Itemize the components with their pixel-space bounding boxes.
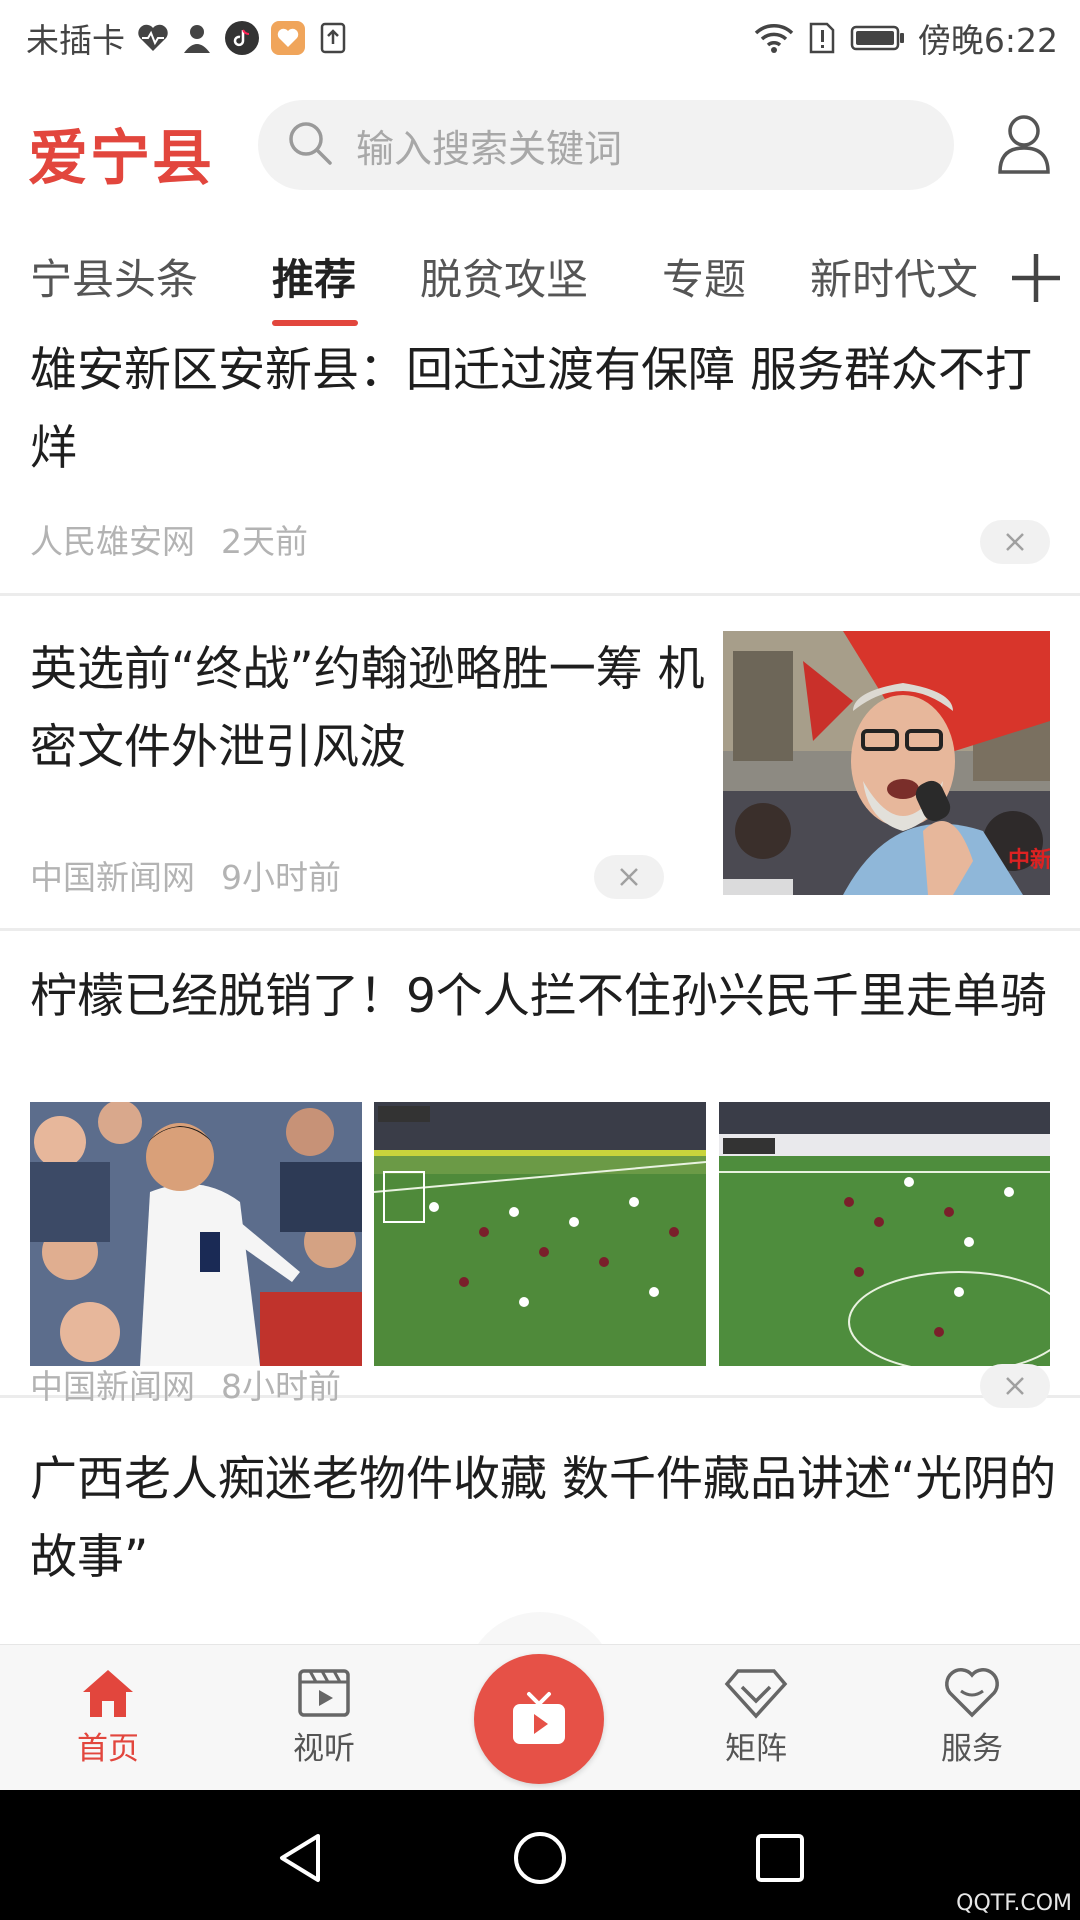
tv-icon: [513, 1692, 565, 1744]
article-title[interactable]: 广西老人痴迷老物件收藏 数千件藏品讲述“光阴的故事”: [30, 1441, 1060, 1597]
article-meta: 中国新闻网 9小时前: [30, 851, 341, 899]
home-circle-icon[interactable]: [512, 1830, 568, 1886]
user-profile-icon[interactable]: [996, 114, 1052, 174]
nav-live-tv-button[interactable]: [474, 1654, 604, 1784]
home-icon: [83, 1670, 133, 1717]
dismiss-button[interactable]: [594, 855, 664, 899]
watermark-text: QQTF.COM: [956, 1891, 1072, 1916]
article-image-2[interactable]: [374, 1102, 706, 1366]
tiktok-icon: [225, 21, 259, 55]
nav-video[interactable]: 视听: [264, 1667, 384, 1768]
nav-service-label: 服务: [941, 1731, 1003, 1767]
nav-home-label: 首页: [77, 1731, 139, 1767]
add-tab-icon[interactable]: [1010, 252, 1062, 304]
article-title[interactable]: 英选前“终战”约翰逊略胜一筹 机密文件外泄引风波: [30, 631, 710, 787]
tab-new-era[interactable]: 新时代文: [810, 246, 978, 307]
video-icon: [298, 1669, 350, 1717]
article-image-1[interactable]: [30, 1102, 362, 1366]
clock-label: 傍晚6:22: [917, 21, 1058, 60]
back-icon[interactable]: [272, 1830, 328, 1886]
battery-icon: [850, 22, 906, 54]
sim-alert-icon: [806, 22, 838, 54]
upload-icon: [317, 22, 349, 54]
category-tabs: 宁县头条 推荐 脱贫攻坚 专题 新时代文: [0, 232, 1080, 332]
close-icon: [620, 868, 638, 886]
article-image-3[interactable]: [719, 1102, 1050, 1366]
heart-rate-icon: [137, 22, 169, 54]
article-thumbnail[interactable]: 中新: [723, 631, 1050, 895]
active-tab-indicator: [272, 320, 358, 326]
news-feed: 雄安新区安新县：回迁过渡有保障 服务群众不打烊 人民雄安网 2天前 英选前“终战”…: [0, 332, 1080, 1644]
app-header: 爱宁县 输入搜索关键词: [0, 96, 1080, 196]
article-title[interactable]: 雄安新区安新县：回迁过渡有保障 服务群众不打烊: [30, 332, 1060, 488]
carrier-label: 未插卡: [26, 21, 125, 60]
tab-recommend[interactable]: 推荐: [272, 246, 356, 307]
news-item[interactable]: 英选前“终战”约翰逊略胜一筹 机密文件外泄引风波 中国新闻网 9小时前 中新: [0, 599, 1080, 931]
diamond-icon: [724, 1669, 788, 1719]
system-navigation-bar: QQTF.COM: [0, 1790, 1080, 1920]
app-icon: [271, 21, 305, 55]
search-bar[interactable]: 输入搜索关键词: [258, 100, 954, 190]
recents-square-icon[interactable]: [752, 1830, 808, 1886]
nav-home[interactable]: 首页: [48, 1667, 168, 1768]
nav-video-label: 视听: [293, 1731, 355, 1767]
dismiss-button[interactable]: [980, 520, 1050, 564]
nav-matrix-label: 矩阵: [725, 1731, 787, 1767]
close-icon: [1006, 1377, 1024, 1395]
article-time: 9小时前: [221, 858, 341, 897]
news-item[interactable]: 柠檬已经脱销了！9个人拦不住孙兴民千里走单骑 中国新闻网 8小时前: [0, 934, 1080, 1408]
status-bar: 未插卡 傍晚6:22: [0, 0, 1080, 76]
article-source: 人民雄安网: [30, 522, 195, 561]
tab-special-topics[interactable]: 专题: [662, 246, 746, 307]
wifi-icon: [754, 22, 794, 54]
search-icon: [286, 119, 334, 171]
person-icon: [181, 22, 213, 54]
heart-icon: [945, 1668, 999, 1718]
nav-service[interactable]: 服务: [912, 1667, 1032, 1768]
status-bar-left: 未插卡: [26, 14, 349, 62]
tab-headlines[interactable]: 宁县头条: [30, 246, 198, 307]
status-bar-right: 傍晚6:22: [754, 14, 1058, 62]
app-logo: 爱宁县: [28, 124, 214, 194]
image-watermark: 中新: [1008, 847, 1050, 873]
search-input[interactable]: 输入搜索关键词: [356, 118, 622, 173]
tab-poverty-alleviation[interactable]: 脱贫攻坚: [420, 246, 588, 307]
news-item[interactable]: 广西老人痴迷老物件收藏 数千件藏品讲述“光阴的故事”: [0, 1401, 1080, 1644]
article-source: 中国新闻网: [30, 858, 195, 897]
article-title[interactable]: 柠檬已经脱销了！9个人拦不住孙兴民千里走单骑: [30, 958, 1060, 1036]
article-meta: 人民雄安网 2天前: [30, 515, 308, 563]
nav-matrix[interactable]: 矩阵: [696, 1667, 816, 1768]
article-time: 2天前: [221, 522, 308, 561]
news-item[interactable]: 雄安新区安新县：回迁过渡有保障 服务群众不打烊 人民雄安网 2天前: [0, 332, 1080, 596]
close-icon: [1006, 533, 1024, 551]
